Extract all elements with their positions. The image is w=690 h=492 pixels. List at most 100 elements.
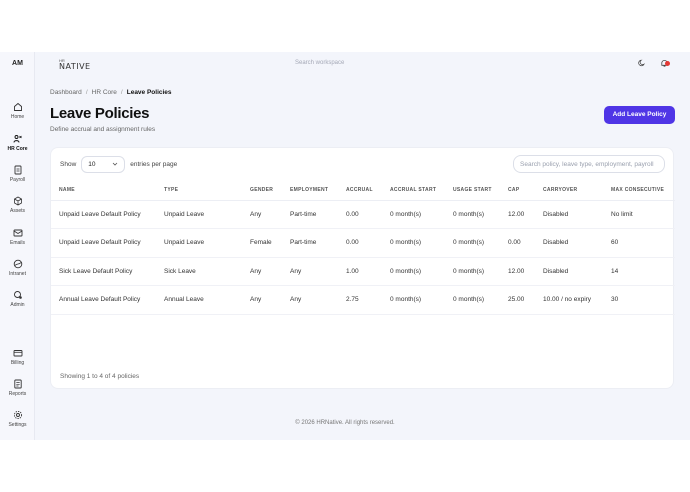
sidebar-item-label: HR Core <box>7 146 28 152</box>
cell-accrual: 0.00 <box>338 200 382 229</box>
sidebar-item-label: Intranet <box>9 271 26 277</box>
cell-accrual-start: 0 month(s) <box>382 257 445 286</box>
cell-usage-start: 0 month(s) <box>445 200 500 229</box>
column-header-cap[interactable]: CAP <box>500 180 535 201</box>
cell-carryover: Disabled <box>535 257 603 286</box>
page-size-select[interactable]: 10 <box>81 155 126 173</box>
cell-accrual-start: 0 month(s) <box>382 200 445 229</box>
sidebar-item-reports[interactable]: Reports <box>0 379 35 397</box>
chevron-down-icon <box>112 162 118 166</box>
sidebar: AM Home HR Core Payroll Assets Emails In… <box>0 52 35 440</box>
sidebar-item-label: Payroll <box>9 177 26 183</box>
breadcrumb-hr-core[interactable]: HR Core <box>92 89 117 96</box>
policies-table: NAME TYPE GENDER EMPLOYMENT ACCRUAL ACCR… <box>51 180 675 315</box>
cell-cap: 12.00 <box>500 200 535 229</box>
column-header-accrual[interactable]: ACCRUAL <box>338 180 382 201</box>
sidebar-item-label: Admin <box>10 302 25 308</box>
column-header-max-consecutive[interactable]: MAX CONSECUTIVE <box>603 180 675 201</box>
cell-gender: Any <box>242 200 282 229</box>
table-row[interactable]: Unpaid Leave Default Policy Unpaid Leave… <box>51 200 675 229</box>
policy-search-input[interactable] <box>513 155 665 173</box>
breadcrumb-dashboard[interactable]: Dashboard <box>50 89 82 96</box>
globe-icon <box>13 259 22 269</box>
breadcrumb: Dashboard / HR Core / Leave Policies <box>50 89 172 96</box>
column-header-gender[interactable]: GENDER <box>242 180 282 201</box>
cell-type: Annual Leave <box>156 285 242 315</box>
cell-cap: 25.00 <box>500 285 535 315</box>
cell-employment: Any <box>282 285 338 315</box>
home-icon <box>13 102 22 111</box>
sidebar-item-assets[interactable]: Assets <box>0 196 35 214</box>
cell-accrual-start: 0 month(s) <box>382 285 445 315</box>
card-icon <box>13 350 22 357</box>
cell-employment: Any <box>282 257 338 286</box>
breadcrumb-current: Leave Policies <box>126 89 172 96</box>
document-icon <box>14 165 21 175</box>
box-icon <box>13 196 22 206</box>
cell-cap: 0.00 <box>500 228 535 258</box>
table-row[interactable]: Annual Leave Default Policy Annual Leave… <box>51 285 675 315</box>
report-icon <box>13 379 22 389</box>
brand-logo[interactable]: HR NATIVE <box>59 58 99 72</box>
cell-max-consecutive: 60 <box>603 228 675 258</box>
sidebar-item-home[interactable]: Home <box>0 102 35 120</box>
gear-icon <box>13 410 22 420</box>
sidebar-item-label: Billing <box>10 360 25 366</box>
column-header-employment[interactable]: EMPLOYMENT <box>282 180 338 201</box>
mail-icon <box>13 229 22 237</box>
brand-name: NATIVE <box>59 62 91 71</box>
pagination-summary: Showing 1 to 4 of 4 policies <box>60 373 140 380</box>
cell-name: Annual Leave Default Policy <box>51 285 156 315</box>
sidebar-item-payroll[interactable]: Payroll <box>0 165 35 183</box>
avatar[interactable]: AM <box>0 60 35 67</box>
table-header-row: NAME TYPE GENDER EMPLOYMENT ACCRUAL ACCR… <box>51 180 675 201</box>
policies-card: Show 10 entries per page NAME TYPE GENDE… <box>50 147 675 389</box>
cell-carryover: Disabled <box>535 200 603 229</box>
cell-max-consecutive: No limit <box>603 200 675 229</box>
breadcrumb-separator: / <box>120 89 123 96</box>
column-header-name[interactable]: NAME <box>51 180 156 201</box>
cell-max-consecutive: 30 <box>603 285 675 315</box>
sidebar-item-emails[interactable]: Emails <box>0 228 35 246</box>
cell-type: Sick Leave <box>156 257 242 286</box>
cell-cap: 12.00 <box>500 257 535 286</box>
top-bar: HR NATIVE Search workspace <box>35 52 690 78</box>
breadcrumb-separator: / <box>85 89 88 96</box>
people-icon <box>13 135 22 143</box>
sidebar-item-label: Home <box>10 114 25 120</box>
sidebar-item-intranet[interactable]: Intranet <box>0 259 35 277</box>
table-row[interactable]: Sick Leave Default Policy Sick Leave Any… <box>51 257 675 286</box>
page-subtitle: Define accrual and assignment rules <box>50 126 156 133</box>
column-header-usage-start[interactable]: USAGE START <box>445 180 500 201</box>
admin-icon <box>13 291 22 299</box>
copyright: © 2026 HRNative. All rights reserved. <box>295 420 395 426</box>
sidebar-item-label: Reports <box>8 391 27 397</box>
cell-type: Unpaid Leave <box>156 200 242 229</box>
cell-employment: Part-time <box>282 228 338 258</box>
sidebar-item-label: Assets <box>9 208 25 214</box>
sidebar-item-hr-core[interactable]: HR Core <box>0 134 35 152</box>
cell-gender: Any <box>242 257 282 286</box>
cell-accrual: 0.00 <box>338 228 382 258</box>
cell-name: Unpaid Leave Default Policy <box>51 200 156 229</box>
cell-name: Unpaid Leave Default Policy <box>51 228 156 258</box>
column-header-carryover[interactable]: CARRYOVER <box>535 180 603 201</box>
sidebar-item-admin[interactable]: Admin <box>0 290 35 308</box>
cell-max-consecutive: 14 <box>603 257 675 286</box>
cell-accrual: 1.00 <box>338 257 382 286</box>
add-leave-policy-button[interactable]: Add Leave Policy <box>604 106 675 124</box>
column-header-accrual-start[interactable]: ACCRUAL START <box>382 180 445 201</box>
cell-name: Sick Leave Default Policy <box>51 257 156 286</box>
cell-usage-start: 0 month(s) <box>445 257 500 286</box>
cell-usage-start: 0 month(s) <box>445 228 500 258</box>
cell-type: Unpaid Leave <box>156 228 242 258</box>
page-size-value: 10 <box>88 160 96 168</box>
sidebar-item-billing[interactable]: Billing <box>0 348 35 366</box>
table-row[interactable]: Unpaid Leave Default Policy Unpaid Leave… <box>51 228 675 258</box>
show-label: Show <box>60 160 77 168</box>
cell-gender: Female <box>242 228 282 258</box>
workspace-search[interactable]: Search workspace <box>295 60 344 66</box>
theme-toggle-icon[interactable] <box>638 59 646 67</box>
cell-usage-start: 0 month(s) <box>445 285 500 315</box>
column-header-type[interactable]: TYPE <box>156 180 242 201</box>
